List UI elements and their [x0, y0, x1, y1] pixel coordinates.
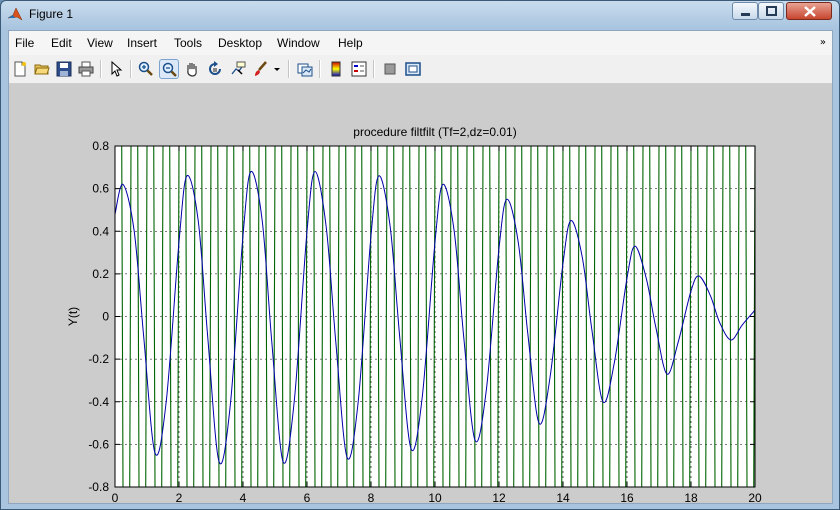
toolbar-separator	[100, 60, 102, 78]
data-cursor-icon	[231, 61, 246, 75]
chart-title: procedure filtfilt (Tf=2,dz=0.01)	[353, 125, 516, 139]
y-tick-label: 0.4	[92, 224, 109, 238]
figure-canvas: 0 2 4 6 8 10 12 14 16 18 20 0.8 0.6 0.4 0.2 0 -0.2 -0.4 -0…	[9, 84, 832, 503]
x-tick-label: 12	[492, 491, 506, 503]
window-title: Figure 1	[29, 7, 74, 21]
x-tick-label: 2	[176, 491, 183, 503]
hide-plot-tools-button[interactable]	[380, 59, 400, 79]
pan-icon	[187, 63, 197, 77]
new-figure-button[interactable]	[10, 59, 30, 79]
y-tick-label: -0.4	[88, 395, 109, 409]
new-figure-icon	[14, 61, 26, 77]
y-tick-label: 0.2	[92, 267, 109, 281]
print-icon	[78, 61, 94, 77]
x-tick-label: 4	[240, 491, 247, 503]
close-button[interactable]	[786, 2, 832, 20]
x-tick-label: 0	[112, 491, 119, 503]
menu-insert[interactable]: Insert	[127, 36, 157, 50]
data-cursor-button[interactable]	[228, 59, 248, 79]
x-tick-label: 8	[368, 491, 375, 503]
brush-icon	[255, 61, 267, 76]
y-tick-label: -0.6	[88, 437, 109, 451]
open-file-icon	[34, 64, 50, 75]
close-icon	[804, 6, 816, 17]
menu-window[interactable]: Window	[277, 36, 320, 50]
menu-view[interactable]: View	[87, 36, 113, 50]
double-chevron-icon[interactable]: »	[820, 37, 826, 48]
x-tick-label: 10	[428, 491, 442, 503]
brush-dropdown-button[interactable]	[271, 59, 283, 79]
figure-client-area: File Edit View Insert Tools Desktop Wind…	[8, 30, 833, 504]
rotate-3d-icon	[209, 61, 221, 75]
rotate-3d-button[interactable]	[205, 59, 225, 79]
y-tick-label: 0.8	[92, 139, 109, 153]
insert-legend-button[interactable]	[349, 59, 369, 79]
figure-window: Figure 1 File Edit View Insert Tools Des…	[0, 0, 840, 510]
edit-plot-button[interactable]	[106, 59, 126, 79]
y-tick-label: 0	[102, 310, 109, 324]
toolbar-separator	[288, 60, 290, 78]
minimize-icon	[741, 13, 750, 16]
brush-button[interactable]	[251, 59, 271, 79]
pointer-icon	[111, 61, 123, 77]
toolbar-separator	[130, 60, 132, 78]
maximize-icon	[766, 6, 777, 16]
x-tick-label: 16	[620, 491, 634, 503]
maximize-button[interactable]	[758, 2, 784, 20]
zoom-out-icon	[162, 62, 177, 77]
print-button[interactable]	[76, 59, 96, 79]
menu-help[interactable]: Help	[338, 36, 363, 50]
x-tick-label: 14	[556, 491, 570, 503]
link-plot-icon	[297, 63, 313, 77]
zoom-in-button[interactable]	[136, 59, 156, 79]
save-icon	[56, 61, 72, 77]
colorbar-icon	[331, 61, 341, 77]
menu-bar: File Edit View Insert Tools Desktop Wind…	[9, 31, 832, 55]
menu-file[interactable]: File	[15, 36, 34, 50]
minimize-button[interactable]	[732, 2, 758, 20]
show-plot-tools-icon	[405, 62, 421, 76]
open-file-button[interactable]	[32, 59, 52, 79]
y-tick-label: -0.2	[88, 352, 109, 366]
y-axis-label: Y(t)	[66, 307, 80, 326]
legend-icon	[351, 61, 367, 77]
save-button[interactable]	[54, 59, 74, 79]
x-tick-label: 6	[304, 491, 311, 503]
x-tick-label: 20	[748, 491, 762, 503]
pan-button[interactable]	[182, 59, 202, 79]
figure-toolbar	[9, 55, 832, 84]
menu-tools[interactable]: Tools	[174, 36, 202, 50]
toolbar-separator	[319, 60, 321, 78]
line-plot[interactable]: 0 2 4 6 8 10 12 14 16 18 20 0.8 0.6 0.4 0.2 0 -0.2 -0.4 -0…	[9, 84, 832, 503]
title-bar[interactable]: Figure 1	[1, 1, 839, 29]
matlab-logo-icon	[7, 7, 23, 21]
y-tick-label: -0.8	[88, 480, 109, 494]
hide-plot-tools-icon	[384, 63, 396, 75]
insert-colorbar-button[interactable]	[326, 59, 346, 79]
y-tick-label: 0.6	[92, 182, 109, 196]
zoom-in-icon	[138, 61, 153, 76]
show-plot-tools-button[interactable]	[403, 59, 423, 79]
toolbar-separator	[373, 60, 375, 78]
link-plot-button[interactable]	[295, 59, 315, 79]
menu-desktop[interactable]: Desktop	[218, 36, 262, 50]
zoom-out-button[interactable]	[159, 59, 179, 79]
brush-dropdown-icon	[274, 68, 280, 71]
x-tick-label: 18	[684, 491, 698, 503]
menu-edit[interactable]: Edit	[51, 36, 72, 50]
